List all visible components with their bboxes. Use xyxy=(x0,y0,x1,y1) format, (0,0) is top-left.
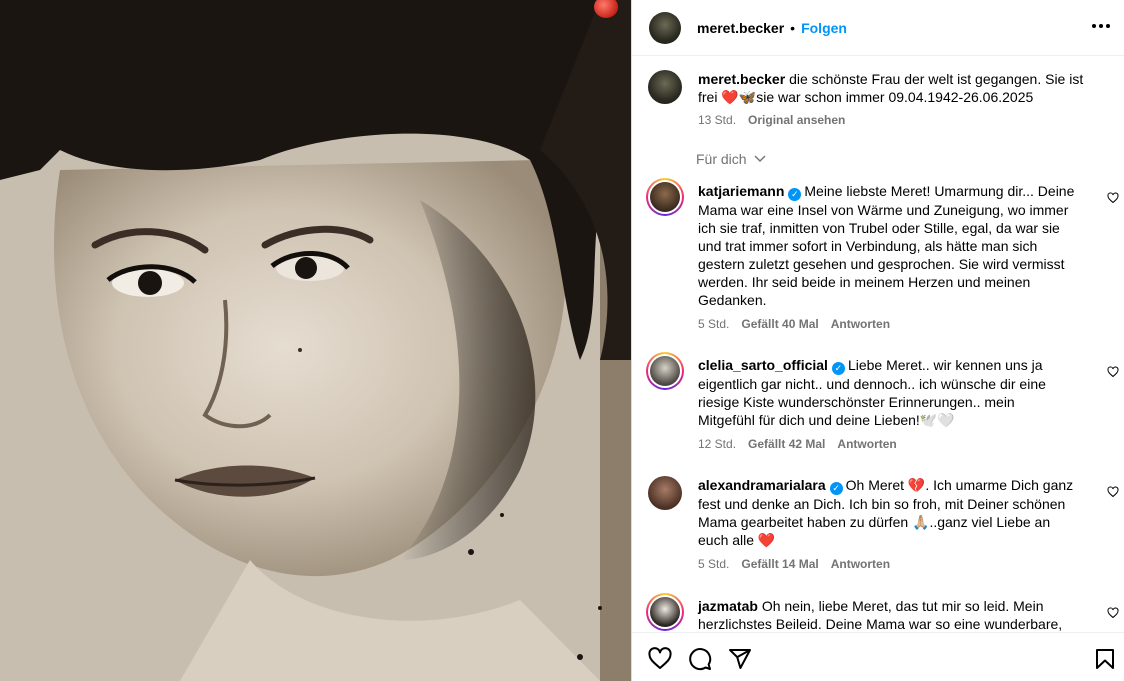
comment-time[interactable]: 12 Std. xyxy=(698,437,736,451)
commenter-avatar xyxy=(650,356,680,386)
comment-text: alexandramarialara ✓ Oh Meret 💔. Ich umarm… xyxy=(698,476,1098,549)
author-avatar[interactable] xyxy=(649,11,681,44)
portrait-photo xyxy=(0,0,631,681)
for-you-sort[interactable]: Für dich xyxy=(696,151,766,167)
comments-list[interactable]: meret.becker die schönste Frau der welt … xyxy=(632,57,1124,632)
share-icon[interactable] xyxy=(728,647,752,671)
comment-line: Meine liebste Meret! Umarmung dir... Dei… xyxy=(804,183,1075,199)
caption-meta: 13 Std. Original ansehen xyxy=(698,113,845,127)
comment-username[interactable]: katjariemann xyxy=(698,183,784,199)
reply-button[interactable]: Antworten xyxy=(831,317,890,331)
story-ring[interactable] xyxy=(646,352,684,390)
comment-text: jazmatab Oh nein, liebe Meret, das tut m… xyxy=(698,597,1098,632)
follow-button[interactable]: Folgen xyxy=(801,20,847,36)
comment-line: fest und denke an Dich. Ich bin so froh,… xyxy=(698,496,1066,512)
comment-username[interactable]: jazmatab xyxy=(698,598,758,614)
post-dialog: meret.becker • Folgen meret.becker die s… xyxy=(0,0,1124,681)
commenter-avatar[interactable] xyxy=(648,476,682,510)
comment-line: euch alle ❤️ xyxy=(698,532,776,548)
comment-text: katjariemann ✓ Meine liebste Meret! Umarmu… xyxy=(698,182,1098,309)
comment-line: gestern zuletzt gesehen und gesprochen. … xyxy=(698,256,1065,272)
commenter-avatar xyxy=(650,597,680,627)
comment-line: werden. Ihr seid beide in meinem Herzen … xyxy=(698,274,1031,290)
separator-dot: • xyxy=(790,19,796,36)
comment-line: ich sie traf, inmitten von Trubel oder S… xyxy=(698,220,1060,236)
comments-panel: meret.becker • Folgen meret.becker die s… xyxy=(631,0,1124,681)
heart-emoji: ❤️ xyxy=(721,89,739,105)
story-ring[interactable] xyxy=(646,178,684,216)
see-original-link[interactable]: Original ansehen xyxy=(748,113,845,127)
verified-badge-icon: ✓ xyxy=(831,362,845,375)
heart-icon[interactable] xyxy=(1107,192,1119,204)
comment-time[interactable]: 5 Std. xyxy=(698,557,729,571)
reply-button[interactable]: Antworten xyxy=(837,437,896,451)
caption-line2b: sie war schon immer 09.04.1942-26.06.202… xyxy=(756,89,1034,105)
comment-likes[interactable]: Gefällt 14 Mal xyxy=(741,557,818,571)
heart-icon[interactable] xyxy=(1107,486,1119,498)
heart-icon[interactable] xyxy=(648,647,672,671)
comment-text: clelia_sarto_official ✓ Liebe Meret.. wir … xyxy=(698,356,1098,429)
caption-line1: die schönste Frau der welt ist gegangen.… xyxy=(789,71,1084,87)
comment-meta: 5 Std. Gefällt 40 Mal Antworten xyxy=(698,317,890,331)
butterfly-emoji: 🦋 xyxy=(738,89,757,105)
comment-likes[interactable]: Gefällt 42 Mal xyxy=(748,437,825,451)
comment-line: Mama gearbeitet haben zu dürfen 🙏🏼..ganz… xyxy=(698,514,1051,530)
author-avatar-small[interactable] xyxy=(648,70,682,104)
for-you-label: Für dich xyxy=(696,151,747,167)
comment-likes[interactable]: Gefällt 40 Mal xyxy=(741,317,818,331)
bookmark-icon[interactable] xyxy=(1093,647,1117,671)
story-ring[interactable] xyxy=(646,593,684,631)
verified-badge-icon: ✓ xyxy=(788,188,802,201)
post-header: meret.becker • Folgen xyxy=(632,0,1124,56)
comment-line: riesige Kiste wunderschönster Erinnerung… xyxy=(698,394,1015,410)
action-bar xyxy=(632,632,1124,681)
comment-line: herzlichstes Beileid. Deine Mama war so … xyxy=(698,616,1063,632)
more-options-icon[interactable] xyxy=(1089,14,1113,38)
heart-icon[interactable] xyxy=(1107,607,1119,619)
comment-meta: 12 Std. Gefällt 42 Mal Antworten xyxy=(698,437,897,451)
comment-line: Gedanken. xyxy=(698,292,767,308)
commenter-avatar xyxy=(650,182,680,212)
comment-time[interactable]: 5 Std. xyxy=(698,317,729,331)
comment-username[interactable]: alexandramarialara xyxy=(698,477,826,493)
post-photo[interactable] xyxy=(0,0,631,681)
heart-icon[interactable] xyxy=(1107,366,1119,378)
reply-button[interactable]: Antworten xyxy=(831,557,890,571)
comment-username[interactable]: clelia_sarto_official xyxy=(698,357,828,373)
comment-icon[interactable] xyxy=(688,647,712,671)
verified-badge-icon: ✓ xyxy=(829,482,843,495)
comment-line: Liebe Meret.. wir kennen uns ja xyxy=(847,357,1043,373)
comment-line: Mama war eine Insel von Wärme und Zuneig… xyxy=(698,202,1069,218)
caption-text: meret.becker die schönste Frau der welt … xyxy=(698,70,1098,106)
comment-line: Oh nein, liebe Meret, das tut mir so lei… xyxy=(761,598,1044,614)
author-username[interactable]: meret.becker xyxy=(697,20,784,36)
caption-line2a: frei xyxy=(698,89,722,105)
comment-line: eigentlich gar nicht.. und dennoch.. ich… xyxy=(698,376,1046,392)
comment-meta: 5 Std. Gefällt 14 Mal Antworten xyxy=(698,557,890,571)
chevron-down-icon xyxy=(754,155,766,162)
caption-time[interactable]: 13 Std. xyxy=(698,113,736,127)
comment-line: Mitgefühl für dich und deine Lieben!🕊️🤍 xyxy=(698,412,955,428)
caption-username[interactable]: meret.becker xyxy=(698,71,785,87)
comment-line: und trat immer sofort in Verbindung, als… xyxy=(698,238,1038,254)
comment-line: Oh Meret 💔. Ich umarme Dich ganz xyxy=(845,477,1074,493)
